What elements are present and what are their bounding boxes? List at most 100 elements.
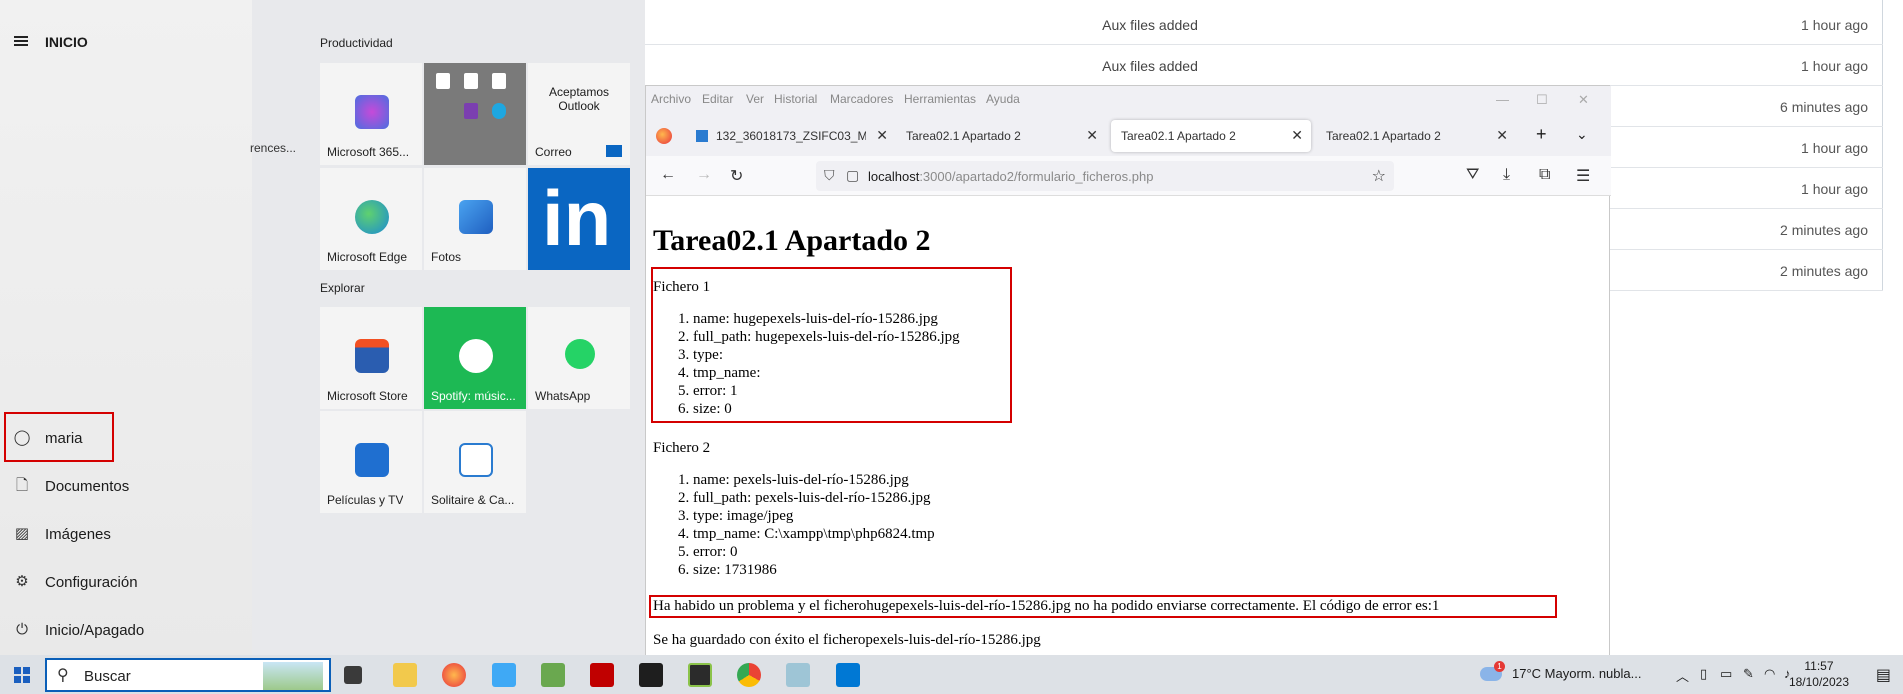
tile-folder[interactable] xyxy=(424,63,526,165)
list-item: tmp_name: xyxy=(693,364,960,382)
chevron-up-icon[interactable]: ︿ xyxy=(1676,666,1689,685)
device-icon[interactable]: ▯ xyxy=(1700,666,1707,682)
tile-label: Microsoft Store xyxy=(327,389,408,403)
tile-fotos[interactable]: Fotos xyxy=(424,168,526,270)
close-tab-icon[interactable]: ✕ xyxy=(876,127,888,144)
site-favicon-icon xyxy=(696,130,708,142)
power-label: Inicio/Apagado xyxy=(45,622,145,639)
url-bar[interactable]: ⛉ ▢ localhost:3000/apartado2/formulario_… xyxy=(816,161,1394,191)
tab-1[interactable]: 132_36018173_ZSIFC03_MP0 ✕ xyxy=(686,120,896,152)
task-view-icon[interactable] xyxy=(344,666,362,684)
weather-text[interactable]: 17°C Mayorm. nubla... xyxy=(1512,666,1641,681)
menu-herramientas[interactable]: Herramientas xyxy=(904,92,976,106)
activity-message: Aux files added xyxy=(1102,58,1198,74)
forward-icon[interactable]: → xyxy=(696,166,712,184)
menu-marcadores[interactable]: Marcadores xyxy=(830,92,893,106)
menu-ayuda[interactable]: Ayuda xyxy=(986,92,1020,106)
tab-title: Tarea02.1 Apartado 2 xyxy=(1121,129,1236,143)
list-item[interactable]: Aux files added 1 hour ago xyxy=(640,45,1883,86)
image-icon: ▨ xyxy=(14,525,30,542)
minimize-icon[interactable]: — xyxy=(1496,92,1509,107)
app-icon[interactable] xyxy=(786,663,810,687)
reload-icon[interactable]: ↻ xyxy=(730,166,743,186)
tile-linkedin[interactable]: in xyxy=(528,168,630,270)
highlight-box xyxy=(4,412,114,462)
microsoft-365-icon xyxy=(355,95,389,129)
activity-time: 1 hour ago xyxy=(1801,17,1868,33)
tile-microsoft-edge[interactable]: Microsoft Edge xyxy=(320,168,422,270)
notifications-icon[interactable]: ▤ xyxy=(1876,665,1891,685)
back-icon[interactable]: ← xyxy=(660,166,676,184)
pocket-icon[interactable]: ⛛ xyxy=(1466,166,1479,184)
list-item[interactable]: Aux files added 1 hour ago xyxy=(640,4,1883,45)
vscode-icon[interactable] xyxy=(836,663,860,687)
tile-microsoft-365[interactable]: Microsoft 365... xyxy=(320,63,422,165)
list-item: error: 0 xyxy=(693,543,935,561)
tile-whatsapp[interactable]: WhatsApp xyxy=(528,307,630,409)
skype-icon xyxy=(492,103,506,119)
downloads-icon[interactable]: ⤓ xyxy=(1503,166,1510,184)
menu-editar[interactable]: Editar xyxy=(702,92,733,106)
terminal-icon[interactable] xyxy=(639,663,663,687)
tab-2[interactable]: Tarea02.1 Apartado 2 ✕ xyxy=(896,120,1106,152)
tile-label: Microsoft Edge xyxy=(327,250,408,264)
tile-solitaire[interactable]: Solitaire & Ca... xyxy=(424,411,526,513)
tab-3-active[interactable]: Tarea02.1 Apartado 2 ✕ xyxy=(1111,120,1311,152)
pen-icon[interactable]: ✎ xyxy=(1743,666,1754,682)
clock-time: 11:57 xyxy=(1804,659,1834,673)
extensions-icon[interactable]: ⧉ xyxy=(1539,166,1550,184)
search-box[interactable]: ⚲ Buscar xyxy=(45,658,331,692)
tile-peliculas-tv[interactable]: Películas y TV xyxy=(320,411,422,513)
menu-bar: Archivo Editar Ver Historial Marcadores … xyxy=(646,86,1611,114)
spotify-icon xyxy=(459,339,493,373)
bookmark-star-icon[interactable]: ☆ xyxy=(1372,166,1386,186)
navigation-toolbar: ← → ↻ ⛉ ▢ localhost:3000/apartado2/formu… xyxy=(646,156,1611,196)
acrobat-icon[interactable] xyxy=(590,663,614,687)
close-tab-icon[interactable]: ✕ xyxy=(1291,127,1303,144)
list-tabs-icon[interactable]: ⌄ xyxy=(1576,126,1588,143)
shield-icon[interactable]: ⛉ xyxy=(824,167,835,184)
app-icon xyxy=(436,73,450,89)
tile-microsoft-store[interactable]: Microsoft Store xyxy=(320,307,422,409)
list-item: size: 0 xyxy=(693,400,960,418)
documents-button[interactable]: 🗋 Documentos xyxy=(0,464,252,508)
close-window-icon[interactable]: ✕ xyxy=(1578,92,1589,108)
activity-message: Aux files added xyxy=(1102,17,1198,33)
menu-icon[interactable]: ☰ xyxy=(1576,166,1590,186)
images-button[interactable]: ▨ Imágenes xyxy=(0,512,252,556)
xampp-icon[interactable] xyxy=(688,663,712,687)
tile-correo[interactable]: Aceptamos Outlook Correo xyxy=(528,63,630,165)
menu-historial[interactable]: Historial xyxy=(774,92,817,106)
power-button[interactable]: ⏻ Inicio/Apagado xyxy=(0,608,252,652)
file-explorer-icon[interactable] xyxy=(393,663,417,687)
maximize-icon[interactable]: ☐ xyxy=(1536,92,1548,108)
firefox-view-icon[interactable] xyxy=(656,128,672,144)
error-message: Ha habido un problema y el ficherohugepe… xyxy=(653,598,1440,614)
battery-icon[interactable]: ▭ xyxy=(1720,666,1732,682)
group-label-productividad: Productividad xyxy=(320,36,393,50)
close-tab-icon[interactable]: ✕ xyxy=(1086,127,1098,144)
menu-archivo[interactable]: Archivo xyxy=(651,92,691,106)
hamburger-menu-icon[interactable] xyxy=(14,36,28,46)
settings-label: Configuración xyxy=(45,574,138,591)
start-menu-left-column: INICIO ◯ maria 🗋 Documentos ▨ Imágenes ⚙… xyxy=(0,0,252,655)
firefox-icon[interactable] xyxy=(442,663,466,687)
edge-icon xyxy=(355,200,389,234)
windows-start-icon[interactable] xyxy=(14,667,30,683)
page-icon[interactable]: ▢ xyxy=(846,167,859,184)
app-icon xyxy=(492,73,506,89)
fichero2-label: Fichero 2 xyxy=(653,440,711,456)
tile-spotify[interactable]: Spotify: músic... xyxy=(424,307,526,409)
control-panel-icon[interactable] xyxy=(492,663,516,687)
notepad-icon[interactable] xyxy=(541,663,565,687)
settings-button[interactable]: ⚙ Configuración xyxy=(0,560,252,604)
whatsapp-icon xyxy=(565,339,595,369)
clock[interactable]: 11:57 18/10/2023 xyxy=(1789,658,1849,690)
tab-4[interactable]: Tarea02.1 Apartado 2 ✕ xyxy=(1316,120,1516,152)
list-item: full_path: pexels-luis-del-río-15286.jpg xyxy=(693,489,935,507)
new-tab-icon[interactable]: + xyxy=(1536,124,1547,145)
chrome-icon[interactable] xyxy=(737,663,761,687)
close-tab-icon[interactable]: ✕ xyxy=(1496,127,1508,144)
wifi-icon[interactable]: ◠ xyxy=(1764,666,1775,682)
menu-ver[interactable]: Ver xyxy=(746,92,764,106)
